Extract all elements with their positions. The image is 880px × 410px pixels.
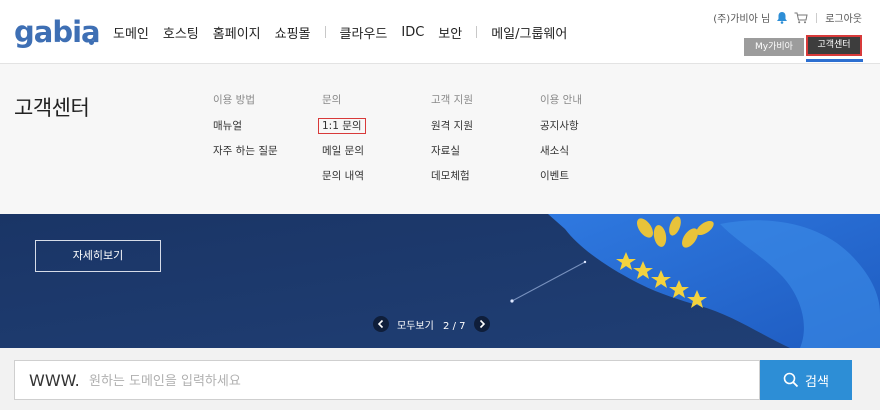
- menu-column-usage: 이용 방법 매뉴얼 자주 하는 질문: [213, 94, 278, 170]
- search-button[interactable]: 검색: [760, 360, 852, 400]
- mega-menu-title: 고객센터: [14, 96, 90, 120]
- link-news[interactable]: 새소식: [540, 145, 582, 170]
- detail-button[interactable]: 자세히보기: [35, 240, 161, 272]
- domain-search-input[interactable]: [89, 369, 689, 393]
- prev-slide-button[interactable]: [373, 316, 389, 332]
- pager-label[interactable]: 모두보기 2 / 7: [397, 317, 466, 332]
- next-slide-button[interactable]: [473, 316, 490, 332]
- active-tab-indicator: [806, 59, 863, 62]
- link-downloads[interactable]: 자료실: [431, 145, 473, 170]
- nav-mail-groupware[interactable]: 메일/그룹웨어: [491, 23, 567, 42]
- column-heading: 고객 지원: [431, 94, 473, 106]
- user-name[interactable]: (주)가비아 님: [713, 10, 770, 25]
- nav-divider: [324, 26, 326, 38]
- slide-total: 7: [459, 320, 466, 332]
- link-manual[interactable]: 매뉴얼: [213, 120, 278, 145]
- logout-link[interactable]: 로그아웃: [825, 10, 862, 25]
- nav-hosting[interactable]: 호스팅: [163, 23, 199, 42]
- nav-security[interactable]: 보안: [438, 23, 462, 42]
- logo-dot: [89, 40, 94, 45]
- www-prefix: WWW.: [29, 371, 80, 390]
- menu-column-support: 고객 지원 원격 지원 자료실 데모체험: [431, 94, 473, 195]
- search-button-label: 검색: [805, 374, 829, 390]
- gabia-logo[interactable]: gabia: [14, 17, 101, 47]
- link-events[interactable]: 이벤트: [540, 170, 582, 195]
- link-demo[interactable]: 데모체험: [431, 170, 473, 195]
- util-divider: [816, 12, 818, 23]
- my-gabia-button[interactable]: My가비아: [744, 38, 804, 56]
- slide-current: 2: [443, 320, 450, 332]
- nav-domain[interactable]: 도메인: [113, 23, 149, 42]
- chevron-left-icon: [377, 319, 384, 329]
- cart-icon[interactable]: [794, 12, 808, 24]
- link-faq[interactable]: 자주 하는 질문: [213, 145, 278, 170]
- customer-center-mega-menu: 고객센터 이용 방법 매뉴얼 자주 하는 질문 문의 1:1 문의 메일 문의 …: [0, 64, 880, 214]
- one-to-one-inquiry-label[interactable]: 1:1 문의: [318, 118, 366, 134]
- nav-idc[interactable]: IDC: [401, 25, 424, 40]
- global-header: gabia 도메인 호스팅 홈페이지 쇼핑몰 클라우드 IDC 보안 메일/그룹…: [0, 0, 880, 64]
- chevron-right-icon: [479, 319, 485, 329]
- slide-separator: /: [452, 320, 456, 332]
- nav-divider: [476, 26, 478, 38]
- link-mail-inquiry[interactable]: 메일 문의: [322, 145, 366, 170]
- menu-column-inquiry: 문의 1:1 문의 메일 문의 문의 내역: [318, 94, 366, 195]
- notification-bell-icon[interactable]: [776, 11, 788, 24]
- nav-shoppingmall[interactable]: 쇼핑몰: [275, 23, 311, 42]
- nav-homepage[interactable]: 홈페이지: [213, 23, 261, 42]
- link-one-to-one-inquiry[interactable]: 1:1 문의: [318, 118, 366, 145]
- column-heading: 문의: [322, 94, 342, 106]
- column-heading: 이용 방법: [213, 94, 255, 106]
- customer-center-button[interactable]: 고객센터: [806, 35, 862, 56]
- utility-bar: (주)가비아 님 로그아웃: [713, 10, 862, 25]
- banner-pager: 모두보기 2 / 7: [373, 316, 490, 332]
- nav-cloud[interactable]: 클라우드: [340, 23, 388, 42]
- domain-search-section: WWW. 검색: [0, 348, 880, 410]
- promo-banner: 자세히보기 모두보기 2 / 7: [0, 214, 880, 348]
- domain-search-box: WWW.: [14, 360, 760, 400]
- column-heading: 이용 안내: [540, 94, 582, 106]
- menu-column-notice: 이용 안내 공지사항 새소식 이벤트: [540, 94, 582, 195]
- view-all-label: 모두보기: [397, 320, 434, 332]
- link-inquiry-history[interactable]: 문의 내역: [322, 170, 366, 195]
- logo-text: gabia: [14, 15, 101, 49]
- global-nav: 도메인 호스팅 홈페이지 쇼핑몰 클라우드 IDC 보안 메일/그룹웨어: [113, 22, 581, 42]
- search-icon: [783, 372, 799, 388]
- link-notices[interactable]: 공지사항: [540, 120, 582, 145]
- link-remote-support[interactable]: 원격 지원: [431, 120, 473, 145]
